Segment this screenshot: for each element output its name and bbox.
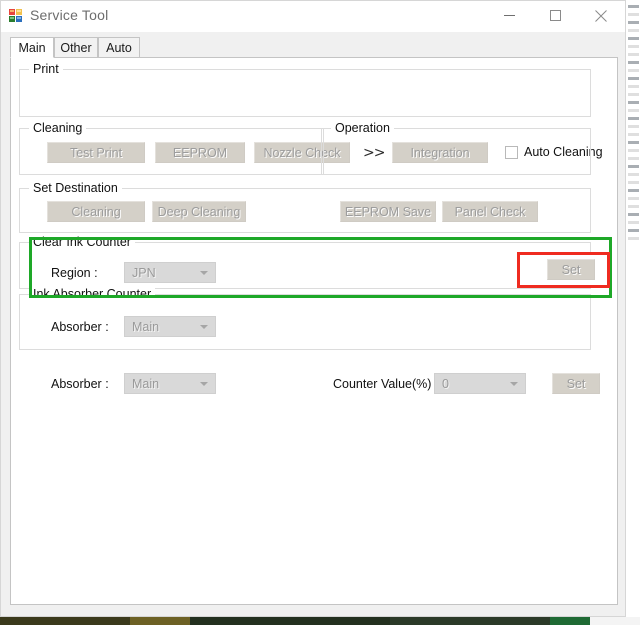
- background-line: [628, 189, 639, 192]
- chevron-down-icon: [510, 381, 518, 386]
- tab-page-main: Print Test Print EEPROM Nozzle Check >> …: [10, 57, 618, 605]
- tab-strip-filler: [140, 37, 618, 58]
- background-line: [628, 213, 639, 216]
- background-line: [628, 109, 639, 112]
- background-line: [628, 5, 639, 8]
- counter-value: 0: [442, 376, 449, 391]
- background-line: [628, 13, 639, 16]
- clear-ink-counter-set-button[interactable]: Set: [547, 259, 595, 280]
- set-destination-group-title: Set Destination: [29, 181, 122, 195]
- window-title: Service Tool: [30, 7, 109, 23]
- taskbar-segment: [590, 617, 640, 625]
- ink-absorber-set-label: Set: [566, 376, 586, 391]
- background-line: [628, 221, 639, 224]
- close-button[interactable]: [578, 1, 624, 30]
- title-bar: Service Tool: [1, 1, 625, 32]
- background-line: [628, 133, 639, 136]
- background-line: [628, 45, 639, 48]
- taskbar-segment: [190, 617, 390, 625]
- tab-auto-label: Auto: [106, 40, 132, 55]
- tab-strip: Main Other Auto: [10, 37, 618, 58]
- clear-ink-counter-group-title: Clear Ink Counter: [29, 235, 135, 249]
- cleaning-group: Cleaning: [19, 121, 324, 175]
- background-line: [628, 85, 639, 88]
- app-icon: [7, 7, 24, 24]
- maximize-icon: [549, 10, 561, 21]
- cleaning-group-title: Cleaning: [29, 121, 87, 135]
- ink-absorber-value: Main: [132, 376, 160, 391]
- background-line: [628, 117, 639, 120]
- tab-other-label: Other: [60, 40, 92, 55]
- tab-main-label: Main: [18, 40, 46, 55]
- service-tool-window: Service Tool Main Other Auto Print Test …: [0, 0, 626, 617]
- background-line: [628, 37, 639, 40]
- desktop-taskbar-strip: [0, 617, 640, 625]
- taskbar-segment: [390, 617, 550, 625]
- operation-group: Operation: [321, 121, 591, 175]
- background-line: [628, 101, 639, 104]
- background-line: [628, 125, 639, 128]
- clear-ink-counter-group: Clear Ink Counter: [19, 235, 591, 289]
- counter-value-select[interactable]: 0: [434, 373, 526, 394]
- ink-absorber-label: Absorber :: [51, 377, 109, 391]
- background-line: [628, 181, 639, 184]
- ink-absorber-counter-group: Ink Absorber Counter: [19, 287, 591, 350]
- maximize-button[interactable]: [532, 1, 578, 30]
- operation-group-title: Operation: [331, 121, 394, 135]
- background-line: [628, 149, 639, 152]
- close-icon: [595, 9, 607, 22]
- background-line: [628, 165, 639, 168]
- background-line: [628, 69, 639, 72]
- background-line: [628, 205, 639, 208]
- clear-ink-counter-set-label: Set: [561, 262, 581, 277]
- ink-absorber-counter-group-title: Ink Absorber Counter: [29, 287, 156, 301]
- ink-absorber-select[interactable]: Main: [124, 373, 216, 394]
- taskbar-segment: [0, 617, 130, 625]
- tab-main[interactable]: Main: [10, 37, 54, 58]
- set-destination-group: Set Destination: [19, 181, 591, 233]
- background-line: [628, 61, 639, 64]
- background-line: [628, 237, 639, 240]
- background-line: [628, 77, 639, 80]
- taskbar-segment: [550, 617, 590, 625]
- background-line: [628, 141, 639, 144]
- background-line: [628, 93, 639, 96]
- tab-other[interactable]: Other: [54, 37, 98, 58]
- minimize-button[interactable]: [486, 1, 532, 30]
- counter-value-label: Counter Value(%) :: [333, 377, 439, 391]
- background-line: [628, 21, 639, 24]
- background-line: [628, 157, 639, 160]
- ink-absorber-set-button[interactable]: Set: [552, 373, 600, 394]
- background-line: [628, 29, 639, 32]
- print-group-title: Print: [29, 62, 63, 76]
- background-line: [628, 229, 639, 232]
- background-line: [628, 173, 639, 176]
- background-line: [628, 53, 639, 56]
- background-line: [628, 197, 639, 200]
- background-window-strip: [625, 0, 640, 625]
- print-group: Print: [19, 62, 591, 117]
- chevron-down-icon: [200, 381, 208, 386]
- tab-auto[interactable]: Auto: [98, 37, 140, 58]
- minimize-icon: [503, 15, 515, 16]
- taskbar-segment: [130, 617, 190, 625]
